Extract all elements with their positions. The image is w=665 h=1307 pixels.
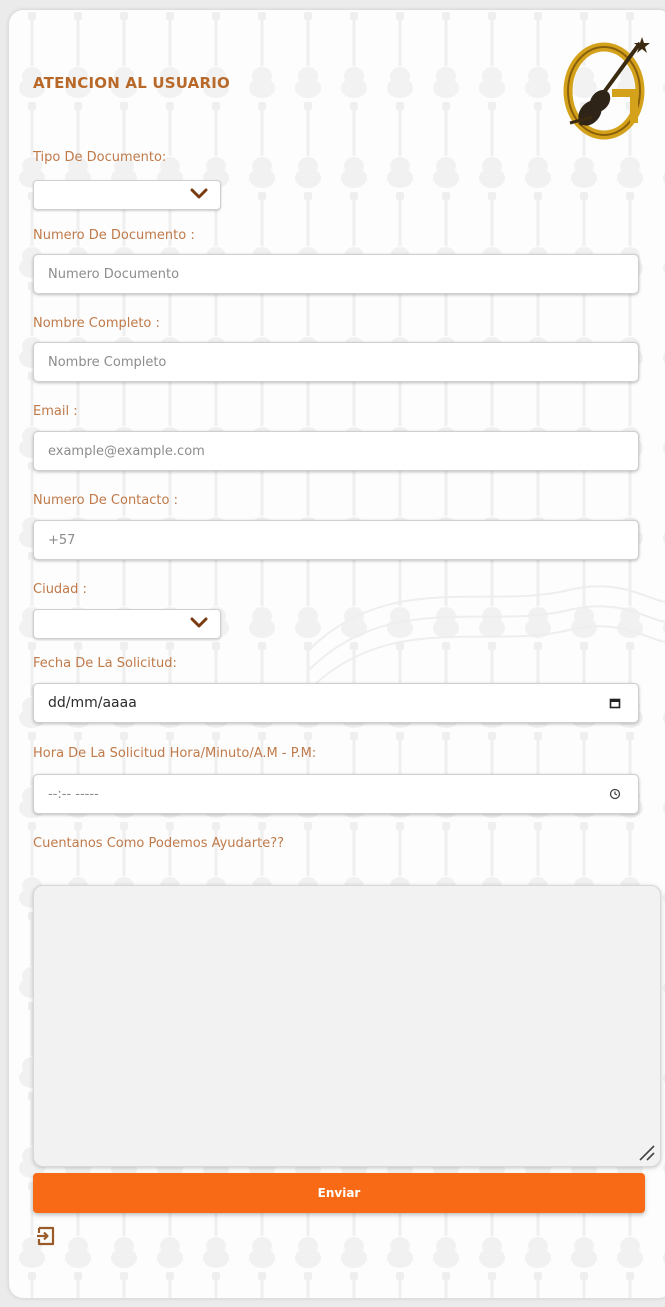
fecha-label: Fecha De La Solicitud: [33,656,177,671]
hora-input[interactable]: --:-- ----- [33,774,639,814]
ciudad-select[interactable] [33,609,221,639]
nombre-completo-placeholder: Nombre Completo [48,354,167,370]
numero-documento-placeholder: Numero Documento [48,266,180,282]
resize-handle-icon[interactable] [634,1140,658,1164]
email-label: Email : [33,404,78,419]
chevron-down-icon [190,188,208,199]
mensaje-label: Cuentanos Como Podemos Ayudarte?? [33,836,284,851]
nombre-completo-input[interactable]: Nombre Completo [33,342,639,382]
numero-documento-label: Numero De Documento : [33,228,195,243]
page-title: ATENCION AL USUARIO [33,74,230,92]
email-placeholder: example@example.com [48,443,205,459]
hora-placeholder: --:-- ----- [48,786,99,802]
calendar-icon[interactable] [606,697,624,709]
nombre-completo-label: Nombre Completo : [33,316,160,331]
chevron-down-icon [190,617,208,628]
tipo-documento-select[interactable] [33,180,221,210]
email-input[interactable]: example@example.com [33,431,639,471]
hora-label: Hora De La Solicitud Hora/Minuto/A.M - P… [33,746,317,761]
fecha-input[interactable]: dd/mm/aaaa [33,683,639,723]
clock-icon[interactable] [606,788,624,800]
numero-documento-input[interactable]: Numero Documento [33,254,639,294]
ciudad-label: Ciudad : [33,582,87,597]
mensaje-textarea[interactable] [33,885,661,1167]
exit-icon[interactable] [34,1224,58,1248]
numero-contacto-value: +57 [48,532,76,548]
guitar-logo-icon [563,37,650,140]
numero-contacto-input[interactable]: +57 [33,520,639,560]
fecha-placeholder: dd/mm/aaaa [48,695,137,711]
form-card: ATENCION AL USUARIO Tipo De Documento: N… [9,10,665,1298]
enviar-button[interactable]: Enviar [33,1173,645,1213]
numero-contacto-label: Numero De Contacto : [33,493,178,508]
tipo-documento-label: Tipo De Documento: [33,150,167,165]
